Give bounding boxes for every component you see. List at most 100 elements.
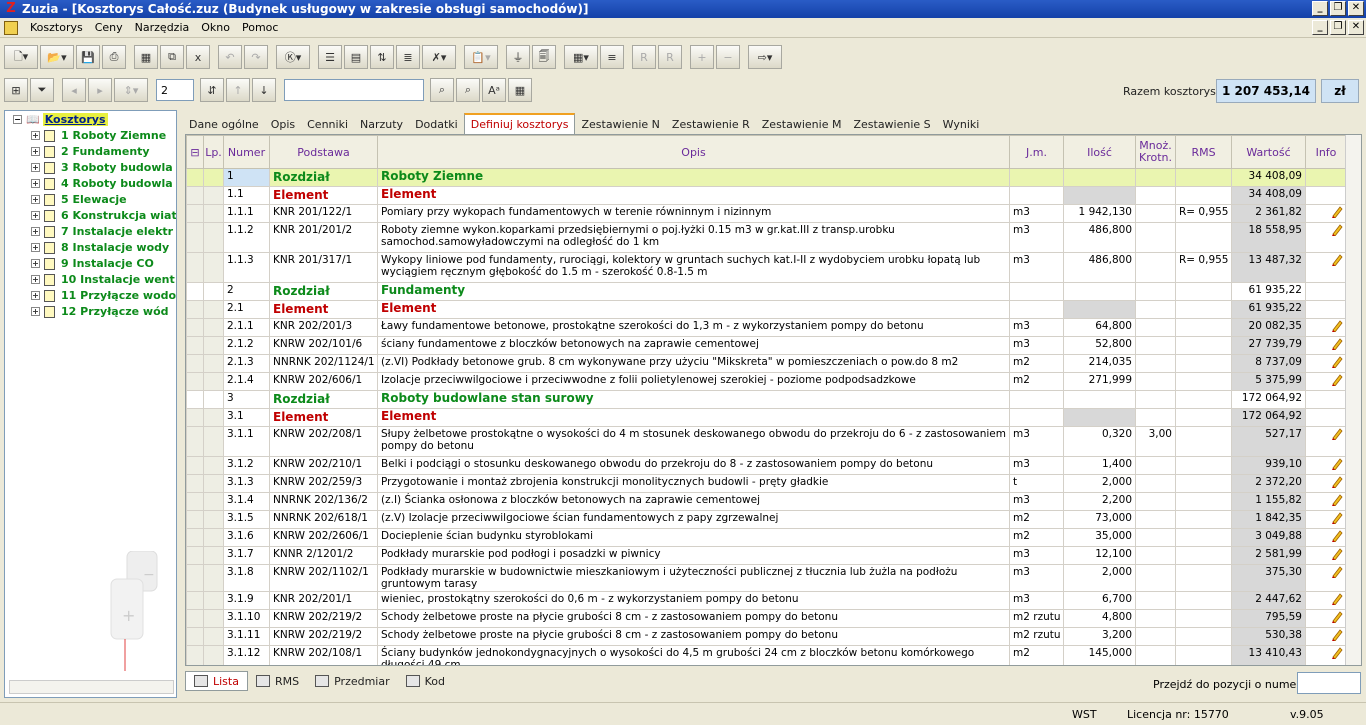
table-row[interactable]: 3.1.4 NNRNK 202/136/2 (z.I) Ścianka osłono… xyxy=(186,492,1347,511)
tab-lista[interactable]: Lista xyxy=(185,671,248,691)
sort-icon[interactable]: ⇅ xyxy=(370,45,394,69)
expand-icon[interactable]: + xyxy=(31,211,40,220)
tree-node[interactable]: +5 Elewacje xyxy=(31,193,127,206)
cell-wartosc[interactable]: 27 739,79 xyxy=(1231,336,1306,355)
col-opis[interactable]: Opis xyxy=(377,135,1010,169)
cell-wartosc[interactable]: 8 737,09 xyxy=(1231,354,1306,373)
cell-lp[interactable] xyxy=(203,318,224,337)
cell-numer[interactable]: 1 xyxy=(223,168,270,187)
cell-opis[interactable]: Roboty budowlane stan surowy xyxy=(377,390,1010,409)
edit-pencil-icon[interactable] xyxy=(1331,629,1343,644)
cell-rms[interactable] xyxy=(1175,390,1232,409)
font-size-icon[interactable]: Aᵃ xyxy=(482,78,506,102)
tree-node[interactable]: +6 Konstrukcja wiat xyxy=(31,209,176,222)
cell-wartosc[interactable]: 172 064,92 xyxy=(1231,390,1306,409)
cell-podstawa[interactable]: NNRNK 202/1124/1 xyxy=(269,354,378,373)
row-selector[interactable] xyxy=(186,354,204,373)
arrow-right-icon[interactable]: ▸ xyxy=(88,78,112,102)
cell-rms[interactable] xyxy=(1175,591,1232,610)
cell-wartosc[interactable]: 795,59 xyxy=(1231,609,1306,628)
cell-jm[interactable]: m3 xyxy=(1009,318,1064,337)
cell-jm[interactable]: m3 xyxy=(1009,252,1064,283)
minus-icon[interactable]: − xyxy=(716,45,740,69)
copy-icon[interactable]: ⧉ xyxy=(160,45,184,69)
variable-icon[interactable]: x xyxy=(186,45,210,69)
edit-pencil-icon[interactable] xyxy=(1331,356,1343,371)
cell-lp[interactable] xyxy=(203,426,224,457)
edit-pencil-icon[interactable] xyxy=(1331,548,1343,563)
cell-numer[interactable]: 3.1.3 xyxy=(223,474,270,493)
cell-ilosc[interactable] xyxy=(1063,390,1136,409)
cell-numer[interactable]: 2.1.1 xyxy=(223,318,270,337)
col-rms[interactable]: RMS xyxy=(1175,135,1232,169)
row-selector[interactable] xyxy=(186,168,204,187)
cell-podstawa[interactable]: KNR 202/201/3 xyxy=(269,318,378,337)
cell-info[interactable] xyxy=(1305,318,1347,337)
tree-horizontal-scrollbar[interactable] xyxy=(9,680,174,694)
undo-icon[interactable]: ↶ xyxy=(218,45,242,69)
cell-rms[interactable] xyxy=(1175,474,1232,493)
cell-wartosc[interactable]: 1 842,35 xyxy=(1231,510,1306,529)
funnel-icon[interactable]: ⏷ xyxy=(30,78,54,102)
cell-rms[interactable] xyxy=(1175,372,1232,391)
col-numer[interactable]: Numer xyxy=(223,135,270,169)
cell-podstawa[interactable]: Rozdział xyxy=(269,390,378,409)
cell-numer[interactable]: 2 xyxy=(223,282,270,301)
cell-info[interactable] xyxy=(1305,510,1347,529)
print-icon[interactable]: ⎙ xyxy=(102,45,126,69)
edit-pencil-icon[interactable] xyxy=(1331,374,1343,389)
expand-icon[interactable]: + xyxy=(31,259,40,268)
tree-node[interactable]: +2 Fundamenty xyxy=(31,145,150,158)
cell-wartosc[interactable]: 5 375,99 xyxy=(1231,372,1306,391)
edit-pencil-icon[interactable] xyxy=(1331,320,1343,335)
calculator-small-icon[interactable]: ▦ xyxy=(508,78,532,102)
restore-button[interactable]: ❐ xyxy=(1330,1,1346,16)
cell-mnoz[interactable] xyxy=(1135,609,1176,628)
cell-ilosc[interactable]: 1 942,130 xyxy=(1063,204,1136,223)
col-ilosc[interactable]: Ilość xyxy=(1063,135,1136,169)
row-selector[interactable] xyxy=(186,426,204,457)
cell-ilosc[interactable]: 1,400 xyxy=(1063,456,1136,475)
cell-wartosc[interactable]: 13 487,32 xyxy=(1231,252,1306,283)
cell-rms[interactable] xyxy=(1175,645,1232,665)
edit-pencil-icon[interactable] xyxy=(1331,566,1343,581)
cell-lp[interactable] xyxy=(203,354,224,373)
cell-rms[interactable] xyxy=(1175,168,1232,187)
cell-podstawa[interactable]: KNRW 202/108/1 xyxy=(269,645,378,665)
cell-ilosc[interactable]: 64,800 xyxy=(1063,318,1136,337)
cell-mnoz[interactable] xyxy=(1135,456,1176,475)
table-row[interactable]: 2.1.4 KNRW 202/606/1 Izolacje przeciwwilgo… xyxy=(186,372,1347,391)
row-selector[interactable] xyxy=(186,282,204,301)
edit-pencil-icon[interactable] xyxy=(1331,476,1343,491)
open-folder-icon[interactable]: 📂▾ xyxy=(40,45,74,69)
cell-info[interactable] xyxy=(1305,591,1347,610)
table-row[interactable]: 1.1.3 KNR 201/317/1 Wykopy liniowe pod fun… xyxy=(186,252,1347,283)
cell-ilosc[interactable] xyxy=(1063,408,1136,427)
edit-pencil-icon[interactable] xyxy=(1331,338,1343,353)
row-selector[interactable] xyxy=(186,456,204,475)
cell-podstawa[interactable]: KNRW 202/2606/1 xyxy=(269,528,378,547)
table-row[interactable]: 1.1.1 KNR 201/122/1 Pomiary przy wykopach … xyxy=(186,204,1347,223)
tree-node[interactable]: +7 Instalacje elektr xyxy=(31,225,173,238)
cell-numer[interactable]: 2.1.3 xyxy=(223,354,270,373)
cell-rms[interactable]: R= 0,955 xyxy=(1175,252,1232,283)
cell-ilosc[interactable]: 2,200 xyxy=(1063,492,1136,511)
expand-icon[interactable]: + xyxy=(31,195,40,204)
cell-jm[interactable] xyxy=(1009,168,1064,187)
new-file-icon[interactable]: 🗋▾ xyxy=(4,45,38,69)
edit-pencil-icon[interactable] xyxy=(1331,428,1343,443)
cell-info[interactable] xyxy=(1305,492,1347,511)
cell-lp[interactable] xyxy=(203,390,224,409)
cell-ilosc[interactable] xyxy=(1063,300,1136,319)
cell-podstawa[interactable]: NNRNK 202/136/2 xyxy=(269,492,378,511)
list-icon[interactable]: ≣ xyxy=(396,45,420,69)
cell-mnoz[interactable] xyxy=(1135,408,1176,427)
cell-ilosc[interactable]: 271,999 xyxy=(1063,372,1136,391)
cell-wartosc[interactable]: 1 155,82 xyxy=(1231,492,1306,511)
edit-pencil-icon[interactable] xyxy=(1331,494,1343,509)
cell-opis[interactable]: Ławy fundamentowe betonowe, prostokątne … xyxy=(377,318,1010,337)
edit-pencil-icon[interactable] xyxy=(1331,530,1343,545)
cell-ilosc[interactable]: 73,000 xyxy=(1063,510,1136,529)
cell-numer[interactable]: 1.1.2 xyxy=(223,222,270,253)
cell-lp[interactable] xyxy=(203,546,224,565)
